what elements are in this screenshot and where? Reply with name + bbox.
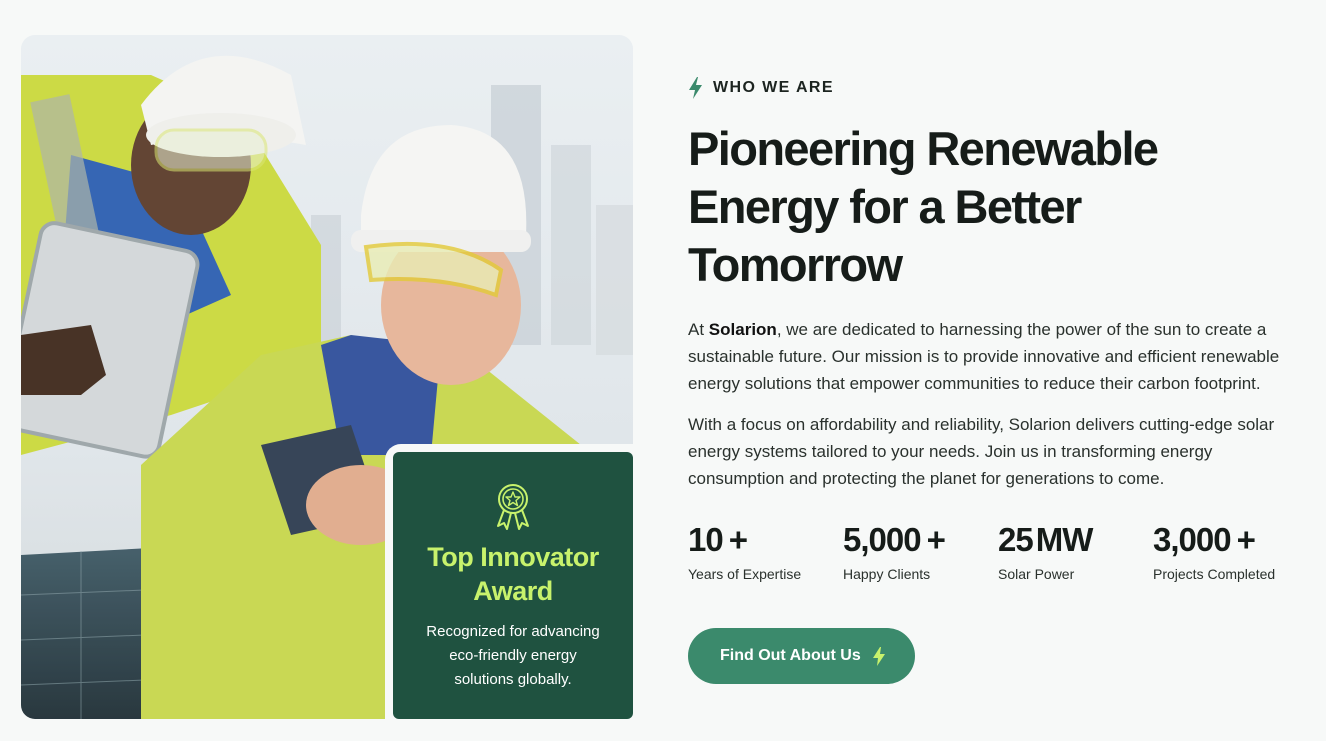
eyebrow: WHO WE ARE	[688, 76, 1308, 100]
stats-row: 10 + Years of Expertise 5,000 + Happy Clie…	[688, 520, 1308, 582]
award-card: Top Innovator Award Recognized for advan…	[393, 452, 633, 719]
stat-item: 10 + Years of Expertise	[688, 520, 843, 582]
stat-value: 3,000 +	[1153, 521, 1256, 558]
stat-item: 3,000 + Projects Completed	[1153, 520, 1308, 582]
page-title: Pioneering Renewable Energy for a Better…	[688, 122, 1159, 291]
cta-label: Find Out About Us	[720, 647, 861, 664]
stat-label: Years of Expertise	[688, 566, 802, 582]
intro-paragraph: At Solarion, we are dedicated to harness…	[688, 316, 1298, 397]
about-section: WHO WE ARE Pioneering Renewable Energy f…	[688, 76, 1308, 684]
find-out-about-us-button[interactable]: Find Out About Us	[688, 628, 915, 684]
intro-suffix: , we are dedicated to harnessing the pow…	[688, 320, 1280, 393]
intro-prefix: At	[688, 320, 709, 339]
stat-item: 25MW Solar Power	[998, 520, 1153, 582]
brand-name: Solarion	[708, 320, 777, 339]
stat-label: Projects Completed	[1153, 566, 1276, 582]
award-title: Top Innovator Award	[427, 542, 599, 606]
focus-paragraph: With a focus on affordability and reliab…	[688, 415, 1275, 488]
bolt-icon	[689, 77, 702, 99]
stat-value: 10 +	[688, 521, 748, 558]
eyebrow-label: WHO WE ARE	[713, 79, 834, 96]
award-ribbon-icon	[497, 484, 529, 530]
stat-label: Solar Power	[998, 566, 1075, 582]
bolt-icon	[872, 646, 885, 666]
stat-value: 5,000 +	[843, 521, 946, 558]
award-description: Recognized for advancing eco-friendly en…	[426, 623, 600, 688]
stat-value: 25MW	[998, 521, 1093, 558]
stat-label: Happy Clients	[843, 566, 931, 582]
stat-item: 5,000 + Happy Clients	[843, 520, 998, 582]
